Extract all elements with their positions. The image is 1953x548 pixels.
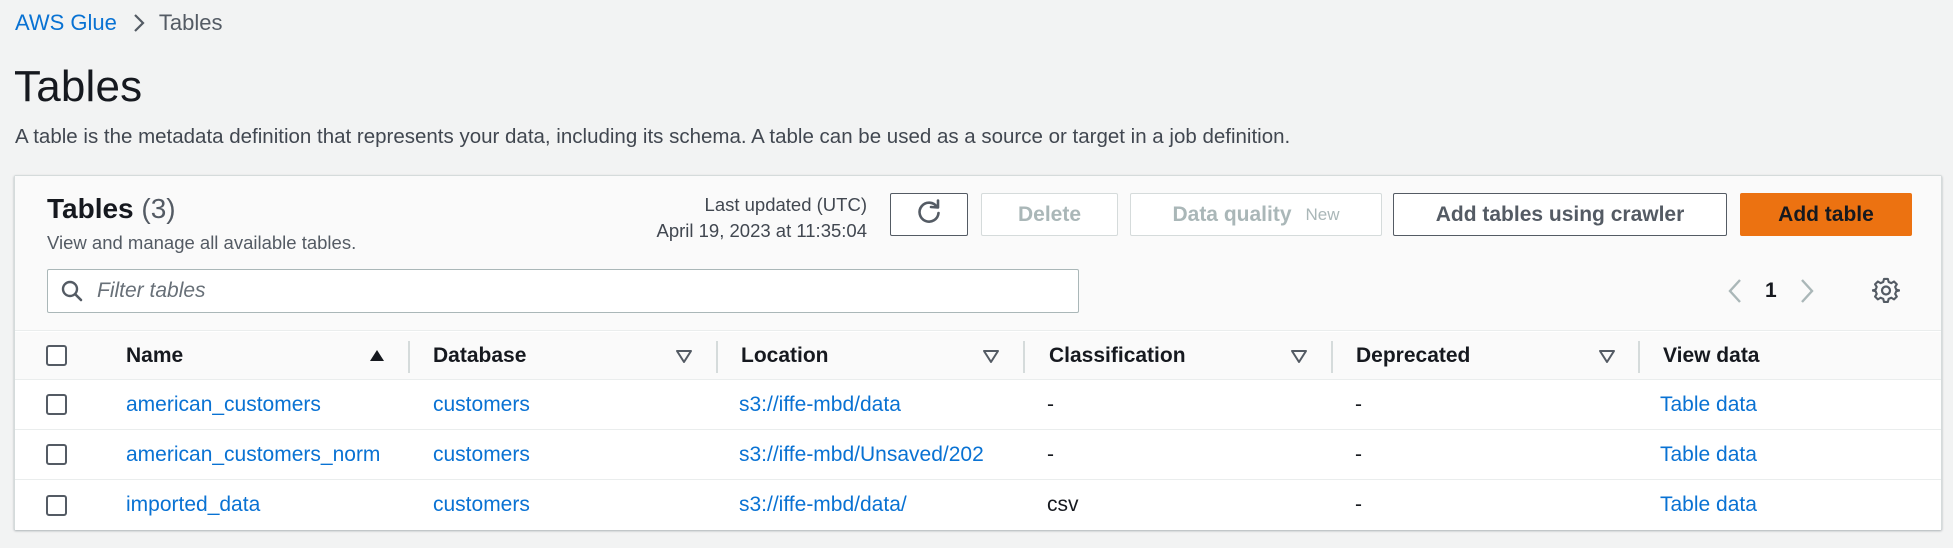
- gear-icon[interactable]: [1871, 277, 1901, 310]
- column-header-view-data: View data: [1663, 343, 1760, 367]
- current-page-number[interactable]: 1: [1765, 279, 1777, 303]
- location-link[interactable]: s3://iffe-mbd/data/: [739, 480, 1035, 530]
- sort-ascending-icon[interactable]: [368, 347, 386, 370]
- column-divider[interactable]: [1331, 341, 1333, 373]
- location-link[interactable]: s3://iffe-mbd/Unsaved/202: [739, 430, 1035, 479]
- database-link[interactable]: customers: [433, 430, 713, 479]
- sort-icon[interactable]: [1290, 347, 1308, 370]
- table-row: american_customers_norm customers s3://i…: [15, 430, 1941, 480]
- filter-tables-field[interactable]: [47, 269, 1079, 313]
- search-icon: [61, 280, 83, 302]
- panel-title: Tables (3): [47, 193, 176, 225]
- sort-icon[interactable]: [675, 347, 693, 370]
- table-count: (3): [141, 193, 176, 224]
- database-link[interactable]: customers: [433, 480, 713, 530]
- panel-header: Tables (3) View and manage all available…: [15, 176, 1941, 331]
- filter-tables-input[interactable]: [97, 279, 997, 303]
- chevron-right-icon: [133, 13, 145, 33]
- pagination: 1: [1727, 269, 1815, 313]
- delete-button[interactable]: Delete: [981, 193, 1118, 236]
- page-description: A table is the metadata definition that …: [15, 125, 1291, 148]
- view-table-data-link[interactable]: Table data: [1660, 430, 1920, 479]
- row-select-cell: [46, 430, 67, 479]
- column-header-classification[interactable]: Classification: [1049, 332, 1299, 379]
- classification-cell: csv: [1047, 493, 1079, 516]
- deprecated-cell: -: [1355, 392, 1362, 416]
- column-header-database[interactable]: Database: [433, 332, 713, 379]
- column-header-deprecated[interactable]: Deprecated: [1356, 332, 1606, 379]
- select-all-checkbox[interactable]: [46, 345, 67, 366]
- row-checkbox[interactable]: [46, 394, 67, 415]
- table-name-link[interactable]: american_customers: [126, 380, 416, 429]
- table-row: american_customers customers s3://iffe-m…: [15, 380, 1941, 430]
- view-table-data-link[interactable]: Table data: [1660, 380, 1920, 429]
- data-quality-button[interactable]: Data quality New: [1130, 193, 1382, 236]
- refresh-button[interactable]: [890, 193, 968, 236]
- view-table-data-link[interactable]: Table data: [1660, 480, 1920, 530]
- last-updated: Last updated (UTC) April 19, 2023 at 11:…: [567, 192, 867, 244]
- breadcrumb-current: Tables: [158, 10, 223, 35]
- database-link[interactable]: customers: [433, 380, 713, 429]
- page-title: Tables: [14, 62, 143, 111]
- row-select-cell: [46, 480, 67, 530]
- location-link[interactable]: s3://iffe-mbd/data: [739, 380, 1035, 429]
- classification-cell: -: [1047, 392, 1054, 416]
- table-name-link[interactable]: american_customers_norm: [126, 430, 416, 479]
- new-badge: New: [1305, 204, 1340, 224]
- deprecated-cell: -: [1355, 442, 1362, 466]
- table-row: imported_data customers s3://iffe-mbd/da…: [15, 480, 1941, 530]
- data-quality-label: Data quality: [1172, 202, 1292, 226]
- row-select-cell: [46, 380, 67, 429]
- previous-page-icon[interactable]: [1727, 277, 1743, 305]
- add-tables-using-crawler-button[interactable]: Add tables using crawler: [1393, 193, 1727, 236]
- panel-subtitle: View and manage all available tables.: [47, 232, 357, 253]
- sort-icon[interactable]: [1598, 347, 1616, 370]
- classification-cell: -: [1047, 442, 1054, 466]
- last-updated-label: Last updated (UTC): [704, 194, 867, 215]
- tables-panel: Tables (3) View and manage all available…: [14, 175, 1942, 530]
- tables-table: Name Database Location Classification De…: [15, 332, 1941, 530]
- column-divider[interactable]: [1023, 341, 1025, 373]
- select-all-cell: [46, 332, 67, 379]
- breadcrumb: AWS Glue Tables: [15, 10, 222, 36]
- panel-title-text: Tables: [47, 193, 134, 224]
- row-checkbox[interactable]: [46, 494, 67, 516]
- row-checkbox[interactable]: [46, 444, 67, 465]
- add-table-button[interactable]: Add table: [1740, 193, 1912, 236]
- column-divider[interactable]: [408, 341, 410, 373]
- column-divider[interactable]: [1638, 341, 1640, 373]
- deprecated-cell: -: [1355, 493, 1362, 516]
- table-header-row: Name Database Location Classification De…: [15, 332, 1941, 380]
- column-divider[interactable]: [716, 341, 718, 373]
- refresh-icon: [915, 198, 943, 232]
- table-name-link[interactable]: imported_data: [126, 480, 416, 530]
- next-page-icon[interactable]: [1799, 277, 1815, 305]
- last-updated-value: April 19, 2023 at 11:35:04: [656, 220, 867, 241]
- sort-icon[interactable]: [982, 347, 1000, 370]
- breadcrumb-aws-glue-link[interactable]: AWS Glue: [15, 10, 117, 36]
